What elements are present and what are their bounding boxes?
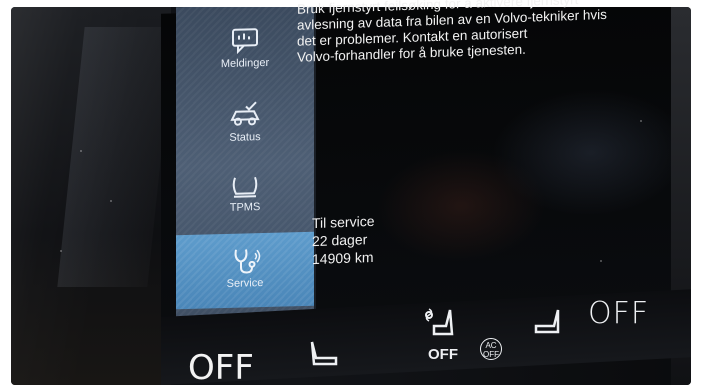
- sidebar-item-tpms[interactable]: TPMS: [176, 162, 314, 236]
- dust-speck: [80, 150, 82, 152]
- sidebar: Meldinger Status TPMS Service: [176, 7, 316, 328]
- message-icon: [232, 28, 258, 55]
- sidebar-item-status[interactable]: Status: [176, 92, 314, 166]
- sidebar-item-service[interactable]: Service: [176, 231, 314, 310]
- dust-speck: [60, 250, 62, 252]
- ac-off-button[interactable]: AC OFF: [480, 338, 502, 360]
- tire-pressure-icon: [232, 176, 258, 198]
- remote-diagnostics-info: Bruk fjernstyrt feilsøking for å aktiver…: [297, 0, 627, 66]
- dust-speck: [110, 200, 112, 202]
- right-seat-heat-icon[interactable]: [528, 306, 564, 336]
- sidebar-item-label: TPMS: [229, 201, 261, 214]
- sidebar-item-label: Meldinger: [220, 56, 270, 71]
- sidebar-item-meldinger[interactable]: Meldinger: [176, 18, 314, 92]
- ac-label: AC: [485, 341, 497, 350]
- ac-off-label: OFF: [483, 350, 499, 359]
- car-status-icon: [230, 101, 260, 126]
- wrench-stethoscope-icon: [234, 249, 261, 274]
- sidebar-item-label: Status: [229, 131, 261, 144]
- service-days: 22 dager: [312, 231, 368, 250]
- dust-speck: [640, 120, 642, 122]
- dashboard-bezel-left: [11, 7, 171, 385]
- sidebar-item-label: Service: [226, 277, 264, 290]
- left-climate-off-button[interactable]: OFF: [188, 348, 254, 388]
- right-climate-off-button[interactable]: OFF: [588, 296, 649, 331]
- service-km: 14909 km: [312, 248, 374, 268]
- fan-seat-icon[interactable]: [420, 306, 460, 340]
- fan-off-button[interactable]: OFF: [428, 346, 458, 363]
- left-seat-heat-icon[interactable]: [306, 338, 342, 368]
- service-summary: Til service 22 dager 14909 km: [312, 212, 375, 268]
- dust-speck: [600, 260, 602, 262]
- service-title: Til service: [312, 212, 375, 232]
